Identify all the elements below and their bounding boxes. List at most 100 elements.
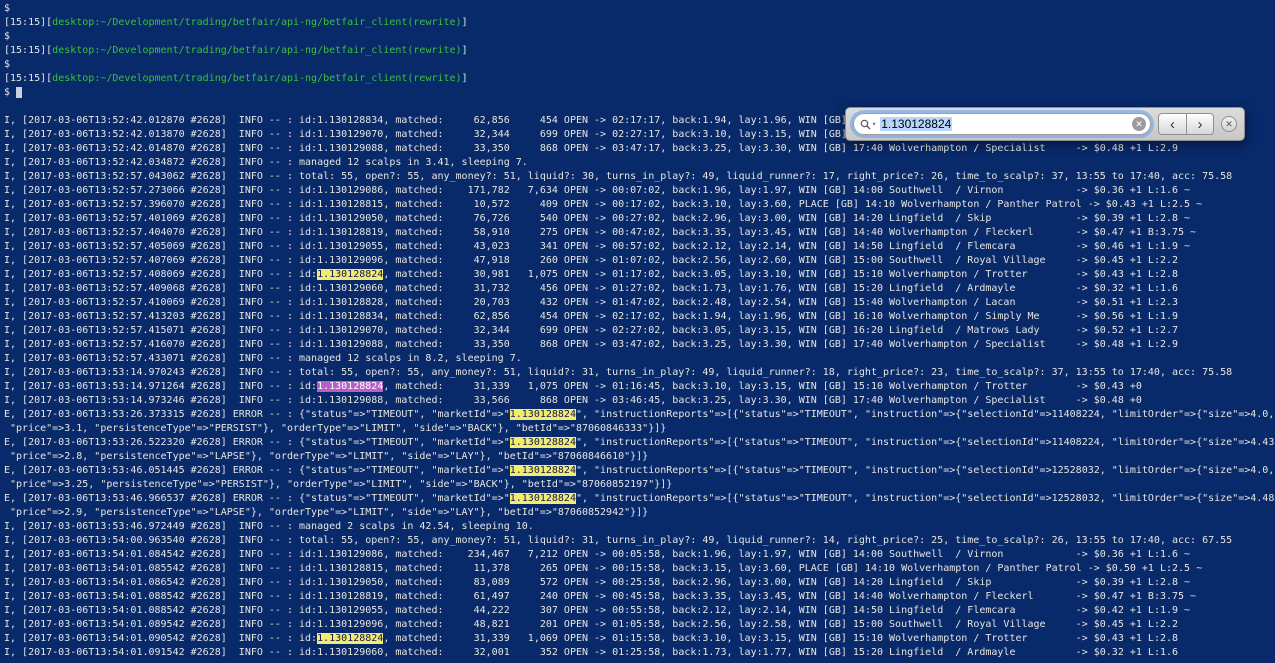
terminal-text: ", "instructionReports"=>[{"status"=>"TI… bbox=[576, 465, 1274, 476]
search-query-text: 1.130128824 bbox=[880, 117, 1132, 131]
terminal-text: I, [2017-03-06T13:54:01.091542 #2628] IN… bbox=[4, 647, 317, 658]
terminal-text: , matched: 33,350 868 OPEN -> 03:47:17, … bbox=[383, 143, 1178, 154]
terminal-text: , matched: 33,350 868 OPEN -> 03:47:02, … bbox=[383, 339, 1178, 350]
terminal-text: 1.130128819 bbox=[317, 591, 383, 602]
terminal-text: I, [2017-03-06T13:52:57.396070 #2628] IN… bbox=[4, 199, 317, 210]
close-find-bar-button[interactable]: ✕ bbox=[1221, 116, 1237, 132]
search-input[interactable]: ▾ 1.130128824 ✕ bbox=[853, 113, 1151, 135]
chevron-down-icon: ▾ bbox=[872, 120, 876, 128]
terminal-text: I, [2017-03-06T13:54:01.084542 #2628] IN… bbox=[4, 549, 317, 560]
terminal-text: ] bbox=[462, 73, 468, 84]
selected-query-text: 1.130128824 bbox=[880, 117, 952, 131]
terminal-line: $ bbox=[4, 86, 1275, 100]
terminal-text: , matched: 31,339 1,075 OPEN -> 01:16:45… bbox=[383, 381, 1142, 392]
terminal-text: 1.130129088 bbox=[317, 395, 383, 406]
terminal-line: I, [2017-03-06T13:52:57.273066 #2628] IN… bbox=[4, 184, 1275, 198]
terminal-line: I, [2017-03-06T13:52:42.014870 #2628] IN… bbox=[4, 142, 1275, 156]
clear-search-icon[interactable]: ✕ bbox=[1132, 117, 1146, 131]
find-nav-segment: ‹ › bbox=[1158, 113, 1214, 135]
terminal-line: I, [2017-03-06T13:52:57.404070 #2628] IN… bbox=[4, 226, 1275, 240]
search-icon-wrap: ▾ bbox=[860, 119, 876, 130]
terminal-line: I, [2017-03-06T13:52:42.034872 #2628] IN… bbox=[4, 156, 1275, 170]
terminal-line: $ bbox=[4, 2, 1275, 16]
terminal-line: "price"=>3.25, "persistenceType"=>"PERSI… bbox=[4, 478, 1275, 492]
terminal-line: [15:15][desktop:~/Development/trading/be… bbox=[4, 16, 1275, 30]
terminal-line: I, [2017-03-06T13:52:57.413203 #2628] IN… bbox=[4, 310, 1275, 324]
terminal-text: 1.130129086 bbox=[317, 549, 383, 560]
terminal-text: , matched: 10,572 409 OPEN -> 00:17:02, … bbox=[383, 199, 1202, 210]
terminal-text: I, [2017-03-06T13:52:57.405069 #2628] IN… bbox=[4, 241, 317, 252]
terminal-text: , matched: 171,782 7,634 OPEN -> 00:07:0… bbox=[383, 185, 1190, 196]
terminal-line: I, [2017-03-06T13:52:57.401069 #2628] IN… bbox=[4, 212, 1275, 226]
terminal-text: I, [2017-03-06T13:52:57.401069 #2628] IN… bbox=[4, 213, 317, 224]
terminal-line: E, [2017-03-06T13:53:26.373315 #2628] ER… bbox=[4, 408, 1275, 422]
terminal-text: $ bbox=[4, 3, 10, 14]
terminal-line: I, [2017-03-06T13:53:14.973246 #2628] IN… bbox=[4, 394, 1275, 408]
terminal-line: I, [2017-03-06T13:52:57.416070 #2628] IN… bbox=[4, 338, 1275, 352]
terminal-text: I, [2017-03-06T13:52:57.408069 #2628] IN… bbox=[4, 269, 317, 280]
terminal-line: I, [2017-03-06T13:53:14.970243 #2628] IN… bbox=[4, 366, 1275, 380]
terminal-text: , matched: 20,703 432 OPEN -> 01:47:02, … bbox=[383, 297, 1178, 308]
terminal-text: I, [2017-03-06T13:53:14.971264 #2628] IN… bbox=[4, 381, 317, 392]
find-previous-button[interactable]: ‹ bbox=[1158, 113, 1186, 135]
find-next-button[interactable]: › bbox=[1186, 113, 1214, 135]
terminal-text: I, [2017-03-06T13:52:42.012870 #2628] IN… bbox=[4, 115, 317, 126]
terminal-text: I, [2017-03-06T13:52:57.043062 #2628] IN… bbox=[4, 171, 1232, 182]
terminal-text: 1.130128815 bbox=[317, 199, 383, 210]
terminal-text: , matched: 61,497 240 OPEN -> 00:45:58, … bbox=[383, 591, 1196, 602]
terminal-text: I, [2017-03-06T13:53:14.970243 #2628] IN… bbox=[4, 367, 1232, 378]
terminal-text: , matched: 43,023 341 OPEN -> 00:57:02, … bbox=[383, 241, 1190, 252]
terminal-text: I, [2017-03-06T13:52:42.013870 #2628] IN… bbox=[4, 129, 317, 140]
prompt-path: desktop:~/Development/trading/betfair/ap… bbox=[52, 45, 407, 56]
terminal-text: , matched: 11,378 265 OPEN -> 00:15:58, … bbox=[383, 563, 1202, 574]
terminal-line: I, [2017-03-06T13:54:01.085542 #2628] IN… bbox=[4, 562, 1275, 576]
terminal-text: ", "instructionReports"=>[{"status"=>"TI… bbox=[576, 409, 1274, 420]
terminal-text: 1.130128828 bbox=[317, 297, 383, 308]
terminal-text: , matched: 31,732 456 OPEN -> 01:27:02, … bbox=[383, 283, 1178, 294]
search-match-highlight: 1.130128824 bbox=[510, 437, 576, 448]
terminal-line: I, [2017-03-06T13:53:46.972449 #2628] IN… bbox=[4, 520, 1275, 534]
terminal-text: 1.130129086 bbox=[317, 185, 383, 196]
terminal-line: I, [2017-03-06T13:52:57.415071 #2628] IN… bbox=[4, 324, 1275, 338]
terminal-line: I, [2017-03-06T13:52:57.433071 #2628] IN… bbox=[4, 352, 1275, 366]
terminal-line: I, [2017-03-06T13:54:01.086542 #2628] IN… bbox=[4, 576, 1275, 590]
terminal-text: 1.130129070 bbox=[317, 325, 383, 336]
terminal-line: I, [2017-03-06T13:52:57.043062 #2628] IN… bbox=[4, 170, 1275, 184]
terminal-text: $ bbox=[4, 87, 16, 98]
terminal-line: E, [2017-03-06T13:53:46.051445 #2628] ER… bbox=[4, 464, 1275, 478]
terminal-line: [15:15][desktop:~/Development/trading/be… bbox=[4, 72, 1275, 86]
terminal-text: I, [2017-03-06T13:54:01.088542 #2628] IN… bbox=[4, 605, 317, 616]
prompt-path: desktop:~/Development/trading/betfair/ap… bbox=[52, 73, 407, 84]
terminal-text: 1.130129055 bbox=[317, 605, 383, 616]
close-icon: ✕ bbox=[1225, 119, 1233, 129]
terminal-text: I, [2017-03-06T13:52:57.404070 #2628] IN… bbox=[4, 227, 317, 238]
terminal-text: 1.130129060 bbox=[317, 647, 383, 658]
terminal-output: $[15:15][desktop:~/Development/trading/b… bbox=[4, 2, 1275, 663]
find-bar: ▾ 1.130128824 ✕ ‹ › ✕ bbox=[845, 107, 1245, 141]
terminal-text: , matched: 83,089 572 OPEN -> 00:25:58, … bbox=[383, 577, 1190, 588]
terminal-text: I, [2017-03-06T13:53:46.972449 #2628] IN… bbox=[4, 521, 534, 532]
terminal-line: "price"=>2.8, "persistenceType"=>"LAPSE"… bbox=[4, 450, 1275, 464]
search-match-current: 1.130128824 bbox=[317, 381, 383, 392]
prompt-git-branch: (rewrite) bbox=[407, 73, 461, 84]
terminal-line: I, [2017-03-06T13:54:01.091542 #2628] IN… bbox=[4, 646, 1275, 660]
terminal-text: , matched: 32,001 352 OPEN -> 01:25:58, … bbox=[383, 647, 1178, 658]
terminal-line: "price"=>3.1, "persistenceType"=>"PERSIS… bbox=[4, 422, 1275, 436]
terminal-line: [15:15][desktop:~/Development/trading/be… bbox=[4, 44, 1275, 58]
terminal-text: ] bbox=[462, 45, 468, 56]
search-icon bbox=[860, 119, 871, 130]
search-match-highlight: 1.130128824 bbox=[510, 493, 576, 504]
terminal-text: [15:15][ bbox=[4, 73, 52, 84]
terminal-text: I, [2017-03-06T13:54:01.086542 #2628] IN… bbox=[4, 577, 317, 588]
terminal-text: 1.130129096 bbox=[317, 255, 383, 266]
terminal-text: , matched: 47,918 260 OPEN -> 01:07:02, … bbox=[383, 255, 1178, 266]
terminal-text: 1.130128819 bbox=[317, 227, 383, 238]
terminal-text: 1.130129088 bbox=[317, 339, 383, 350]
terminal-text: "price"=>2.8, "persistenceType"=>"LAPSE"… bbox=[4, 451, 648, 462]
terminal-text: E, [2017-03-06T13:53:46.051445 #2628] ER… bbox=[4, 465, 510, 476]
terminal-line: I, [2017-03-06T13:52:57.407069 #2628] IN… bbox=[4, 254, 1275, 268]
terminal-text: "price"=>2.9, "persistenceType"=>"LAPSE"… bbox=[4, 507, 648, 518]
terminal-text: 1.130129055 bbox=[317, 241, 383, 252]
chevron-right-icon: › bbox=[1198, 116, 1203, 133]
terminal-text: [15:15][ bbox=[4, 45, 52, 56]
